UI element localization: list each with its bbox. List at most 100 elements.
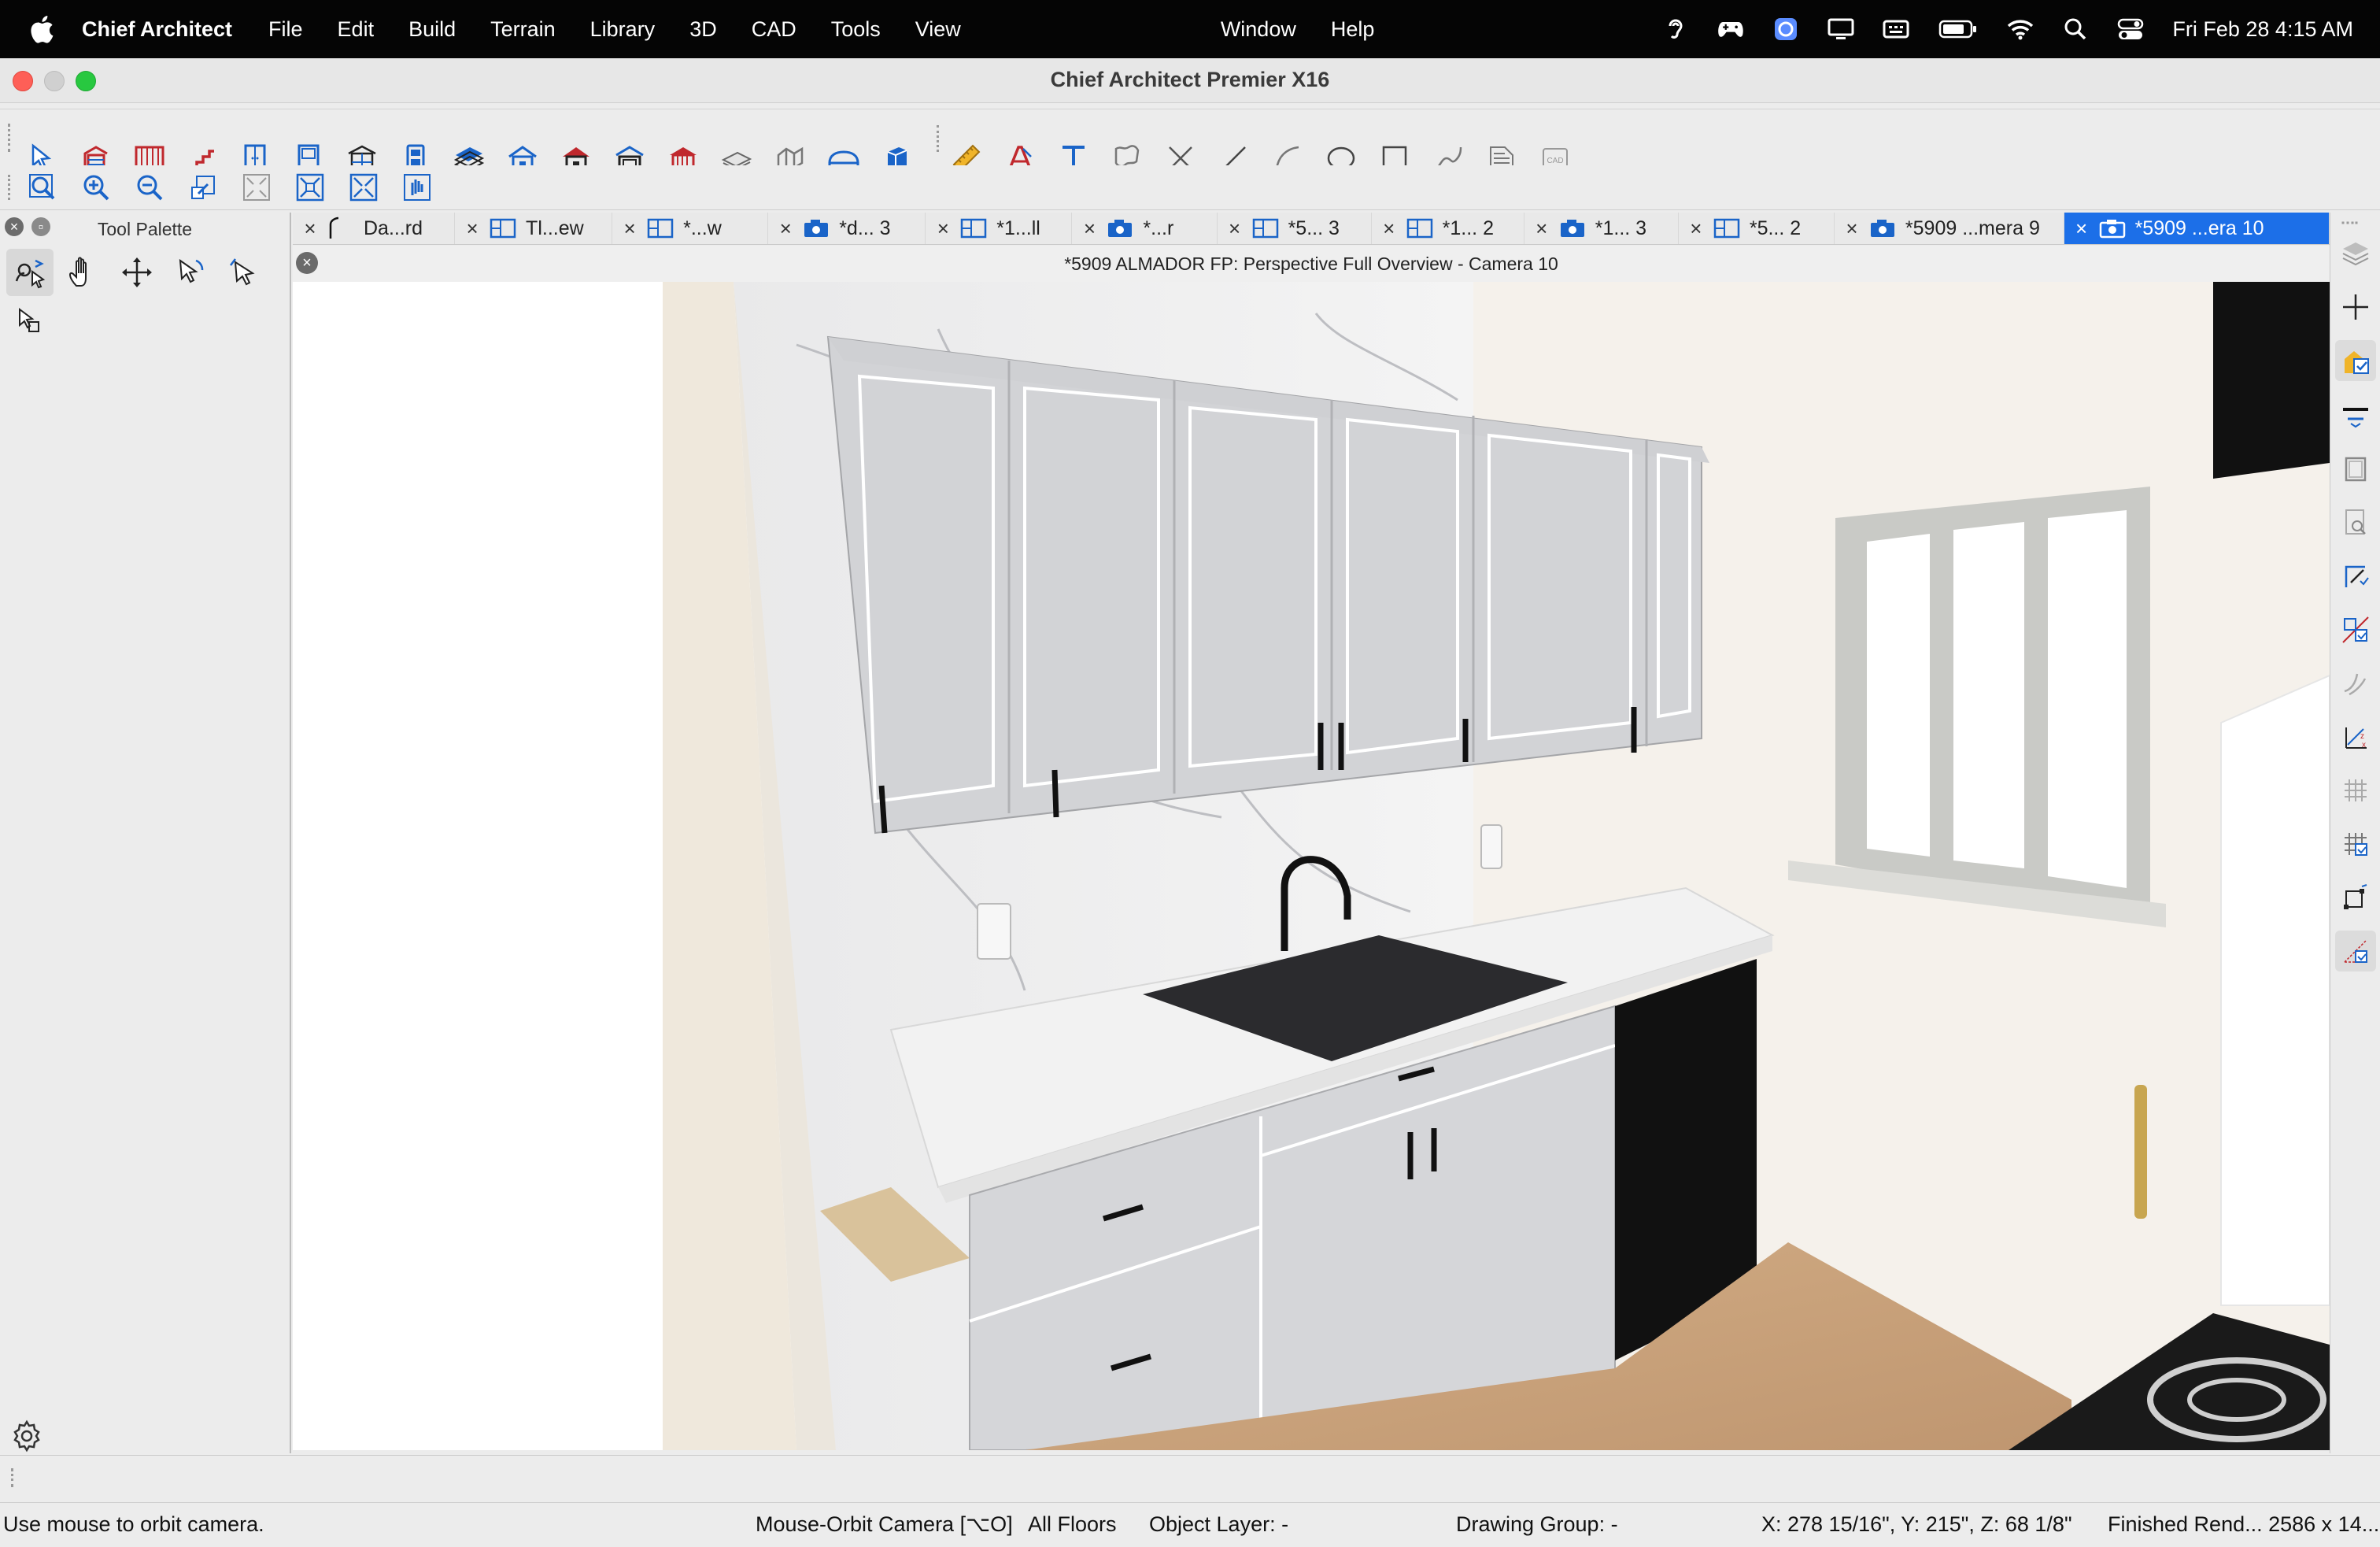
view-tab[interactable]: × *1... 3 bbox=[1524, 213, 1679, 244]
layers-icon[interactable] bbox=[2335, 233, 2376, 274]
menu-tools[interactable]: Tools bbox=[831, 17, 881, 42]
view-tab-active[interactable]: × *5909 ...era 10 bbox=[2064, 213, 2330, 244]
apple-logo-icon[interactable] bbox=[27, 13, 55, 45]
cross-section-icon[interactable] bbox=[2335, 609, 2376, 650]
view-tab[interactable]: × *5... 3 bbox=[1218, 213, 1372, 244]
view-tab[interactable]: × *1... 2 bbox=[1372, 213, 1524, 244]
close-tab-icon[interactable]: × bbox=[455, 217, 490, 241]
status-strip-grip[interactable] bbox=[11, 1468, 18, 1487]
status-render-info: Finished Rend... 2586 x 14... bbox=[2108, 1512, 2380, 1536]
camera-3d-view[interactable] bbox=[293, 282, 2330, 1450]
game-controller-icon[interactable] bbox=[1717, 16, 1744, 43]
menu-build[interactable]: Build bbox=[408, 17, 456, 42]
fridge-panel bbox=[2220, 674, 2330, 1306]
status-coordinates: X: 278 15/16", Y: 215", Z: 68 1/8" bbox=[1761, 1512, 2072, 1536]
close-tab-icon[interactable]: × bbox=[1835, 217, 1869, 241]
close-tab-icon[interactable]: × bbox=[2064, 217, 2099, 241]
inspect-icon[interactable] bbox=[2335, 502, 2376, 543]
edit-toolbar-icon[interactable] bbox=[2335, 395, 2376, 436]
wall-outlet bbox=[977, 903, 1011, 960]
view-tab[interactable]: × *...w bbox=[612, 213, 769, 244]
menu-clock[interactable]: Fri Feb 28 4:15 AM bbox=[2172, 17, 2353, 42]
menu-terrain[interactable]: Terrain bbox=[490, 17, 556, 42]
plan-view-icon bbox=[647, 217, 675, 240]
search-icon[interactable] bbox=[2062, 16, 2089, 43]
dimension-edit-icon[interactable] bbox=[2335, 556, 2376, 597]
toolbar-grip[interactable] bbox=[8, 124, 15, 152]
battery-icon[interactable] bbox=[1938, 16, 1979, 43]
fill-window-all-icon[interactable] bbox=[290, 167, 331, 208]
app-name-menu[interactable]: Chief Architect bbox=[82, 17, 232, 42]
close-tab-icon[interactable]: × bbox=[1372, 217, 1406, 241]
view-tab[interactable]: × Da...rd bbox=[293, 213, 456, 244]
add-icon[interactable] bbox=[2335, 287, 2376, 328]
close-tab-icon[interactable]: × bbox=[768, 217, 803, 241]
view-tab[interactable]: × *d... 3 bbox=[768, 213, 926, 244]
menu-cad[interactable]: CAD bbox=[752, 17, 796, 42]
menu-file[interactable]: File bbox=[268, 17, 303, 42]
gear-icon[interactable] bbox=[8, 1417, 46, 1455]
full-screen-icon[interactable] bbox=[343, 167, 384, 208]
camera-icon bbox=[1869, 217, 1898, 240]
close-tab-icon[interactable]: × bbox=[1679, 217, 1713, 241]
window-titlebar: Chief Architect Premier X16 bbox=[0, 58, 2380, 103]
zoom-out-icon[interactable] bbox=[129, 167, 170, 208]
close-tab-icon[interactable]: × bbox=[293, 217, 327, 241]
menu-help[interactable]: Help bbox=[1331, 17, 1375, 42]
materials-icon[interactable] bbox=[2335, 340, 2376, 381]
rotate-select-icon[interactable] bbox=[167, 249, 214, 296]
hearing-icon[interactable] bbox=[1662, 16, 1689, 43]
close-tab-icon[interactable]: × bbox=[1218, 217, 1252, 241]
menu-3d[interactable]: 3D bbox=[689, 17, 717, 42]
elevation-icon bbox=[327, 217, 356, 240]
window-panel-icon[interactable] bbox=[2335, 449, 2376, 490]
camera-icon bbox=[1559, 217, 1587, 240]
control-center-icon[interactable] bbox=[2117, 16, 2144, 43]
axis-icon[interactable]: zx bbox=[2335, 716, 2376, 757]
window-glass-3 bbox=[2048, 510, 2127, 888]
toolbar-grip-2[interactable] bbox=[937, 125, 944, 152]
camera-icon bbox=[803, 217, 831, 240]
plan-view-icon bbox=[1713, 217, 1742, 240]
kitchen-render[interactable] bbox=[293, 282, 2330, 1450]
toolbar-grip-3[interactable] bbox=[8, 175, 15, 200]
display-icon[interactable] bbox=[1828, 16, 1854, 43]
close-tab-icon[interactable]: × bbox=[1072, 217, 1107, 241]
fill-window-icon[interactable] bbox=[236, 167, 277, 208]
pan-hand-icon[interactable] bbox=[60, 249, 107, 296]
object-snap-icon[interactable] bbox=[2335, 877, 2376, 918]
tab-label: Tl...ew bbox=[526, 217, 584, 239]
select-arrow-icon[interactable] bbox=[220, 249, 268, 296]
view-tab[interactable]: × *1...ll bbox=[926, 213, 1073, 244]
menu-bar: Chief Architect File Edit Build Terrain … bbox=[0, 0, 2380, 58]
side-toolbar-grip[interactable] bbox=[2341, 221, 2358, 229]
menu-edit[interactable]: Edit bbox=[338, 17, 375, 42]
grid-icon[interactable] bbox=[2335, 770, 2376, 811]
view-tab[interactable]: × Tl...ew bbox=[455, 213, 613, 244]
browser-icon[interactable] bbox=[1772, 16, 1799, 43]
move-icon[interactable] bbox=[113, 249, 161, 296]
view-tab[interactable]: × *...r bbox=[1072, 213, 1218, 244]
pan-icon[interactable] bbox=[397, 167, 438, 208]
orbit-camera-icon[interactable] bbox=[6, 249, 54, 296]
zoom-in-icon[interactable] bbox=[76, 167, 116, 208]
menu-library[interactable]: Library bbox=[590, 17, 656, 42]
window-glass-1 bbox=[1867, 534, 1930, 857]
keyboard-icon[interactable] bbox=[1883, 16, 1909, 43]
view-tab[interactable]: × *5909 ...mera 9 bbox=[1835, 213, 2064, 244]
wifi-icon[interactable] bbox=[2007, 16, 2034, 43]
menu-view[interactable]: View bbox=[915, 17, 961, 42]
close-tab-icon[interactable]: × bbox=[612, 217, 647, 241]
close-tab-icon[interactable]: × bbox=[926, 217, 960, 241]
menu-window[interactable]: Window bbox=[1221, 17, 1296, 42]
view-tab[interactable]: × *5... 2 bbox=[1679, 213, 1835, 244]
undo-zoom-icon[interactable] bbox=[183, 167, 224, 208]
angle-snap-icon[interactable] bbox=[2335, 931, 2376, 972]
zoom-icon[interactable] bbox=[22, 167, 63, 208]
tool-palette: × ▫ Tool Palette bbox=[0, 213, 291, 1453]
close-tab-icon[interactable]: × bbox=[1524, 217, 1559, 241]
snap-grid-icon[interactable] bbox=[2335, 823, 2376, 864]
select-edit-icon[interactable] bbox=[6, 298, 54, 345]
terrain-icon[interactable] bbox=[2335, 663, 2376, 704]
view-toolbar bbox=[0, 165, 2380, 210]
